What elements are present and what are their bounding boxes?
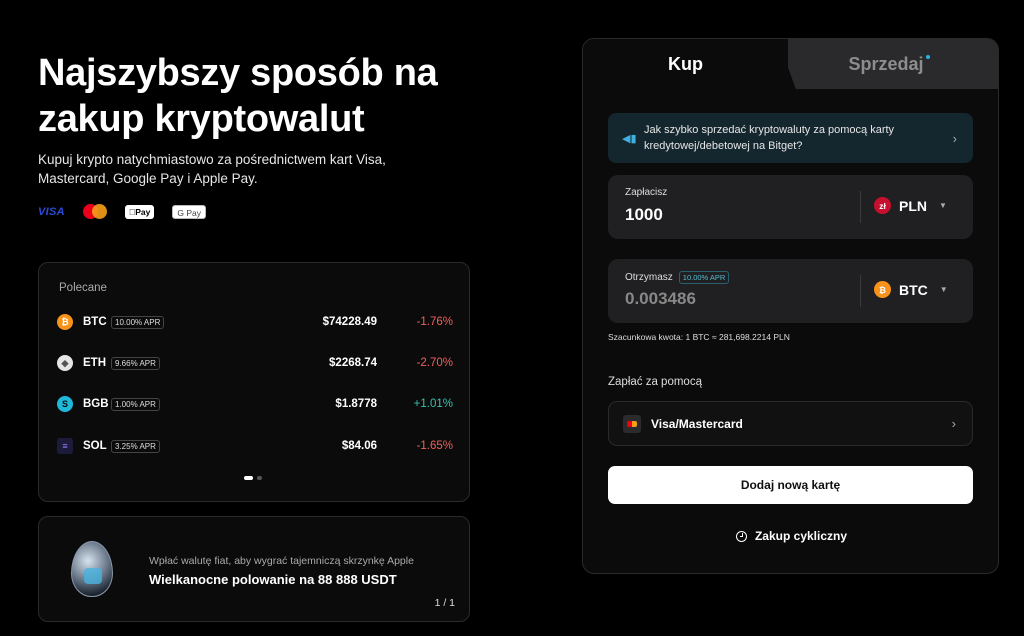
visa-logo: VISA [38, 205, 65, 218]
caret-down-icon: ▼ [939, 201, 947, 210]
apr-badge: 10.00% APR [678, 271, 730, 284]
coin-row-bgb[interactable]: S BGB 1.00% APR $1.8778 +1.01% [57, 394, 453, 414]
card-icon [623, 414, 641, 433]
promo-card[interactable]: Wpłać walutę fiat, aby wygrać tajemniczą… [38, 516, 470, 622]
carousel-dot-active[interactable] [244, 476, 253, 480]
add-card-button[interactable]: Dodaj nową kartę [608, 466, 973, 504]
currency-code: BTC [899, 281, 928, 298]
receive-label: Otrzymasz 10.00% APR [625, 271, 730, 284]
megaphone-icon: ◀▮ [622, 132, 637, 145]
coin-price: $84.06 [341, 440, 377, 452]
pln-icon: zł [874, 197, 891, 214]
chevron-right-icon: › [951, 416, 956, 431]
pay-currency-select[interactable]: zł PLN ▼ [874, 197, 947, 214]
chevron-right-icon: › [952, 130, 957, 146]
recurring-label: Zakup cykliczny [754, 529, 848, 543]
caret-down-icon: ▼ [939, 285, 948, 294]
coin-change: -1.65% [416, 440, 453, 452]
receive-field[interactable]: Otrzymasz 10.00% APR 0.003486 ₿ BTC ▼ [608, 259, 973, 323]
coin-symbol: SOL [83, 440, 107, 452]
info-text: Jak szybko sprzedać kryptowaluty za pomo… [644, 124, 895, 152]
payment-logos: VISA Pay G Pay [38, 204, 206, 219]
featured-title: Polecane [59, 282, 107, 294]
info-banner[interactable]: ◀▮ Jak szybko sprzedać kryptowaluty za p… [608, 113, 973, 163]
divider [860, 275, 861, 307]
pay-amount-input[interactable]: 1000 [625, 205, 663, 225]
apr-badge: 9.66% APR [111, 356, 160, 370]
bitcoin-icon: ₿ [874, 281, 891, 298]
coin-symbol: ETH [83, 357, 106, 369]
google-pay-logo: G Pay [172, 204, 206, 219]
estimate-rate: Szacunkowa kwota: 1 BTC ≈ 281,698.2214 P… [608, 332, 790, 342]
promo-subtitle: Wpłać walutę fiat, aby wygrać tajemniczą… [149, 555, 414, 567]
page-title: Najszybszy sposób na zakup kryptowalut [38, 52, 438, 140]
mastercard-logo [82, 204, 107, 219]
notification-dot [925, 55, 930, 59]
coin-change: -1.76% [416, 316, 453, 328]
coin-symbol: BTC [83, 316, 107, 328]
receive-currency-select[interactable]: ₿ BTC ▼ [874, 281, 948, 298]
coin-row-sol[interactable]: ≡ SOL 3.25% APR $84.06 -1.65% [57, 436, 453, 456]
recurring-buy-link[interactable]: Zakup cykliczny [583, 529, 998, 543]
promo-title: Wielkanocne polowanie na 88 888 USDT [149, 572, 397, 587]
receive-amount: 0.003486 [625, 289, 696, 308]
solana-icon: ≡ [57, 438, 73, 454]
featured-coins-card: Polecane ₿ BTC 10.00% APR $74228.49 -1.7… [38, 262, 470, 502]
coin-row-btc[interactable]: ₿ BTC 10.00% APR $74228.49 -1.76% [57, 312, 453, 332]
payment-method-label: Visa/Mastercard [651, 416, 743, 431]
divider [860, 191, 861, 223]
coin-price: $1.8778 [335, 398, 377, 410]
coin-change: +1.01% [413, 398, 453, 410]
pay-field[interactable]: Zapłacisz 1000 zł PLN ▼ [608, 175, 973, 239]
carousel-dots [244, 476, 262, 480]
coin-price: $2268.74 [329, 357, 377, 369]
pay-with-label: Zapłać za pomocą [608, 376, 702, 388]
carousel-dot[interactable] [257, 476, 262, 480]
coin-row-eth[interactable]: ◆ ETH 9.66% APR $2268.74 -2.70% [57, 353, 453, 373]
tab-sell-label: Sprzedaj [848, 53, 924, 74]
egg-image [71, 541, 113, 597]
trade-panel: Sprzedaj Kup ◀▮ Jak szybko sprzedać kryp… [582, 38, 999, 574]
apple-pay-logo: Pay [124, 204, 155, 219]
clock-icon [735, 530, 747, 542]
tab-sell[interactable]: Sprzedaj [778, 39, 998, 89]
bitcoin-icon: ₿ [57, 314, 73, 330]
apr-badge: 10.00% APR [111, 315, 165, 329]
promo-pagination: 1 / 1 [434, 597, 455, 609]
page-subtitle: Kupuj krypto natychmiastowo za pośrednic… [38, 152, 386, 186]
currency-code: PLN [899, 197, 927, 214]
bitget-icon: S [57, 396, 73, 412]
coin-change: -2.70% [416, 357, 453, 369]
coin-price: $74228.49 [322, 316, 377, 328]
payment-method-select[interactable]: Visa/Mastercard › [608, 401, 973, 446]
coin-symbol: BGB [83, 398, 109, 410]
tab-buy[interactable]: Kup [583, 39, 788, 89]
apr-badge: 3.25% APR [111, 439, 160, 453]
pay-label: Zapłacisz [625, 187, 668, 198]
ethereum-icon: ◆ [57, 355, 73, 371]
apr-badge: 1.00% APR [111, 397, 160, 411]
